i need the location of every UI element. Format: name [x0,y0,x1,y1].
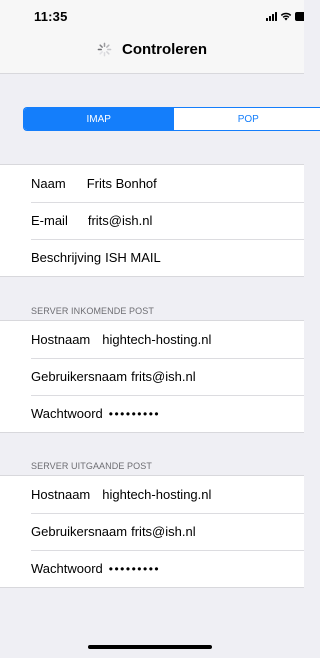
segment-pop[interactable]: POP [174,108,320,130]
outgoing-hostname-row[interactable]: Hostnaam hightech-hosting.nl [0,476,304,513]
wifi-icon [280,12,292,21]
outgoing-username-field[interactable]: frits@ish.nl [131,524,196,539]
status-icons [266,11,304,21]
outgoing-username-label: Gebruikersnaam [31,524,128,539]
battery-icon [295,11,304,21]
outgoing-password-label: Wachtwoord [31,561,103,576]
incoming-password-label: Wachtwoord [31,406,103,421]
name-row[interactable]: Naam Frits Bonhof [0,165,304,202]
outgoing-username-row[interactable]: Gebruikersnaam frits@ish.nl [0,513,304,550]
incoming-section-header: SERVER INKOMENDE POST [31,306,154,316]
incoming-hostname-field[interactable]: hightech-hosting.nl [102,332,211,347]
status-bar: 11:35 [0,0,304,32]
spinner-icon [97,42,112,57]
outgoing-section-header: SERVER UITGAANDE POST [31,461,152,471]
incoming-username-row[interactable]: Gebruikersnaam frits@ish.nl [0,358,304,395]
home-indicator[interactable] [88,645,212,649]
segment-imap[interactable]: IMAP [24,108,174,130]
description-field[interactable]: ISH MAIL [105,250,161,265]
name-label: Naam [31,176,66,191]
outgoing-hostname-field[interactable]: hightech-hosting.nl [102,487,211,502]
nav-bar: Controleren [0,32,304,74]
outgoing-password-field[interactable]: ••••••••• [109,562,160,576]
incoming-password-field[interactable]: ••••••••• [109,407,160,421]
incoming-username-field[interactable]: frits@ish.nl [131,369,196,384]
email-field[interactable]: frits@ish.nl [88,213,153,228]
status-time: 11:35 [34,9,68,24]
email-row[interactable]: E-mail frits@ish.nl [0,202,304,239]
incoming-password-row[interactable]: Wachtwoord ••••••••• [0,395,304,432]
incoming-server-group: Hostnaam hightech-hosting.nl Gebruikersn… [0,320,304,433]
outgoing-hostname-label: Hostnaam [31,487,91,502]
nav-title: Controleren [121,41,207,58]
account-group: Naam Frits Bonhof E-mail frits@ish.nl Be… [0,164,304,277]
description-row[interactable]: Beschrijving ISH MAIL [0,239,304,276]
incoming-hostname-label: Hostnaam [31,332,91,347]
incoming-username-label: Gebruikersnaam [31,369,128,384]
incoming-hostname-row[interactable]: Hostnaam hightech-hosting.nl [0,321,304,358]
email-label: E-mail [31,213,68,228]
name-field[interactable]: Frits Bonhof [87,176,157,191]
outgoing-password-row[interactable]: Wachtwoord ••••••••• [0,550,304,587]
signal-icon [266,11,277,21]
description-label: Beschrijving [31,250,102,265]
outgoing-server-group: Hostnaam hightech-hosting.nl Gebruikersn… [0,475,304,588]
protocol-segmented-control: IMAP POP [23,107,320,131]
